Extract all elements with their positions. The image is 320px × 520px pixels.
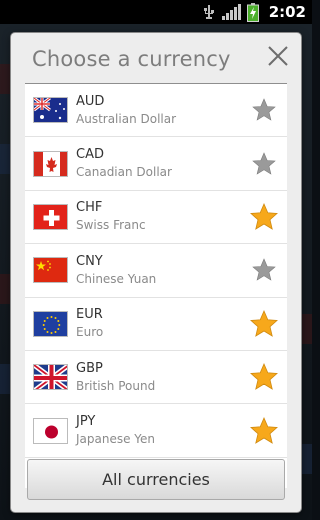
currency-row-cad[interactable]: CAD Canadian Dollar — [25, 137, 287, 191]
currency-list[interactable]: AUD Australian Dollar CAD Canadian Dolla… — [25, 84, 287, 488]
star-favorite-icon[interactable] — [249, 362, 279, 392]
status-bar: 2:02 — [0, 0, 312, 24]
close-button[interactable] — [265, 43, 291, 69]
china-flag-icon — [33, 257, 68, 284]
currency-name: Euro — [76, 325, 104, 340]
currency-row-eur[interactable]: EUR Euro — [25, 298, 287, 351]
eu-flag-icon — [33, 310, 68, 337]
currency-name: British Pound — [76, 378, 156, 393]
currency-name: Swiss Franc — [76, 218, 146, 233]
status-clock: 2:02 — [268, 3, 306, 21]
currency-code: CNY — [76, 253, 103, 269]
currency-code: GBP — [76, 360, 103, 376]
currency-row-cny[interactable]: CNY Chinese Yuan — [25, 244, 287, 298]
star-favorite-icon[interactable] — [249, 202, 279, 232]
star-icon[interactable] — [249, 95, 279, 125]
close-icon — [268, 46, 288, 66]
star-favorite-icon[interactable] — [249, 416, 279, 446]
currency-code: AUD — [76, 93, 105, 109]
star-favorite-icon[interactable] — [249, 309, 279, 339]
uk-flag-icon — [33, 364, 68, 391]
currency-row-aud[interactable]: AUD Australian Dollar — [25, 84, 287, 138]
australia-flag-icon — [33, 97, 68, 124]
switzerland-flag-icon — [33, 203, 68, 230]
currency-code: EUR — [76, 307, 103, 323]
star-icon[interactable] — [249, 255, 279, 285]
currency-name: Canadian Dollar — [76, 165, 172, 180]
star-icon[interactable] — [249, 149, 279, 179]
currency-code: CHF — [76, 200, 103, 216]
currency-dialog: Choose a currency AUD Australian Dollar … — [11, 33, 301, 512]
canada-flag-icon — [33, 150, 68, 177]
currency-name: Japanese Yen — [76, 432, 156, 447]
all-currencies-button[interactable]: All currencies — [27, 459, 285, 500]
usb-icon — [202, 4, 216, 20]
signal-icon — [221, 4, 241, 20]
dialog-title: Choose a currency — [32, 47, 231, 71]
currency-code: CAD — [76, 147, 104, 163]
japan-flag-icon — [33, 417, 68, 444]
currency-name: Australian Dollar — [76, 111, 177, 126]
currency-row-chf[interactable]: CHF Swiss Franc — [25, 191, 287, 245]
currency-row-jpy[interactable]: JPY Japanese Yen — [25, 404, 287, 458]
currency-name: Chinese Yuan — [76, 271, 157, 286]
currency-code: JPY — [76, 414, 96, 430]
currency-row-gbp[interactable]: GBP British Pound — [25, 351, 287, 405]
battery-charging-icon — [246, 2, 259, 22]
